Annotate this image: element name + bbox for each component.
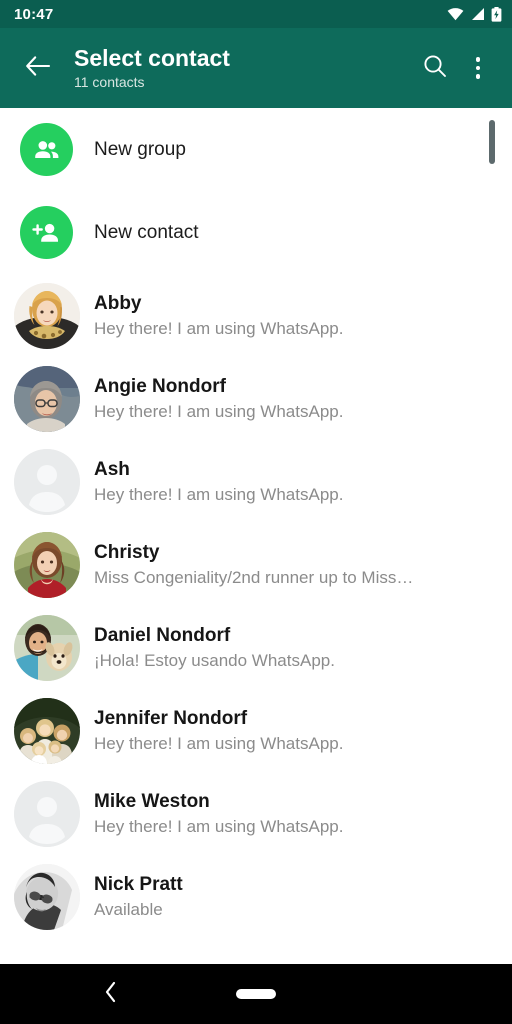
contact-text: Daniel Nondorf ¡Hola! Estoy usando Whats… xyxy=(94,623,512,673)
avatar-placeholder-icon xyxy=(14,448,80,515)
whatsapp-select-contact-screen: 10:47 Select contact 11 contacts New gro… xyxy=(0,0,512,1024)
search-icon xyxy=(422,53,448,84)
scrollbar-thumb[interactable] xyxy=(489,120,495,164)
contact-row[interactable]: Nick Pratt Available xyxy=(0,855,512,936)
avatar-photo xyxy=(14,863,80,930)
contact-status: Available xyxy=(94,899,163,919)
new-contact-row[interactable]: New contact xyxy=(0,191,512,274)
avatar xyxy=(14,365,80,432)
contact-text: Jennifer Nondorf Hey there! I am using W… xyxy=(94,706,512,756)
avatar xyxy=(14,697,80,764)
contact-status: ¡Hola! Estoy usando WhatsApp. xyxy=(94,650,335,670)
back-button[interactable] xyxy=(18,48,58,88)
avatar-photo xyxy=(14,365,80,432)
app-bar: Select contact 11 contacts xyxy=(0,28,512,108)
contact-row[interactable]: Ash Hey there! I am using WhatsApp. xyxy=(0,440,512,523)
status-bar-clock: 10:47 xyxy=(14,5,54,23)
contact-name: Ash xyxy=(94,458,130,480)
group-add-icon xyxy=(20,123,73,176)
contact-status: Hey there! I am using WhatsApp. xyxy=(94,733,344,753)
avatar xyxy=(14,531,80,598)
battery-charging-icon xyxy=(491,6,502,22)
contact-row[interactable]: Abby Hey there! I am using WhatsApp. xyxy=(0,274,512,357)
new-contact-label: New contact xyxy=(94,221,199,243)
contact-name: Mike Weston xyxy=(94,790,210,812)
home-pill-indicator[interactable] xyxy=(236,989,276,999)
contact-row[interactable]: Angie Nondorf Hey there! I am using What… xyxy=(0,357,512,440)
contact-status: Hey there! I am using WhatsApp. xyxy=(94,401,344,421)
contact-name: Angie Nondorf xyxy=(94,375,226,397)
page-title: Select contact xyxy=(74,45,230,71)
contact-text: Angie Nondorf Hey there! I am using What… xyxy=(94,374,512,424)
avatar xyxy=(14,448,80,515)
avatar-photo xyxy=(14,282,80,349)
contact-status: Miss Congeniality/2nd runner up to Miss… xyxy=(94,567,414,587)
contact-name: Christy xyxy=(94,541,160,563)
contact-name: Nick Pratt xyxy=(94,873,183,895)
nav-back-button[interactable] xyxy=(94,977,128,1011)
contact-list[interactable]: New group New contact Abby Hey there! I … xyxy=(0,108,512,936)
search-button[interactable] xyxy=(412,45,458,91)
contact-text: Abby Hey there! I am using WhatsApp. xyxy=(94,291,512,341)
avatar xyxy=(14,282,80,349)
contact-row[interactable]: Daniel Nondorf ¡Hola! Estoy usando Whats… xyxy=(0,606,512,689)
avatar xyxy=(14,780,80,847)
chevron-left-icon xyxy=(103,980,119,1009)
avatar xyxy=(14,614,80,681)
arrow-left-icon xyxy=(25,55,51,82)
contacts-count-subtitle: 11 contacts xyxy=(74,74,145,90)
contact-status: Hey there! I am using WhatsApp. xyxy=(94,318,344,338)
app-bar-titles: Select contact 11 contacts xyxy=(74,45,412,91)
avatar-placeholder-icon xyxy=(14,780,80,847)
contact-row[interactable]: Christy Miss Congeniality/2nd runner up … xyxy=(0,523,512,606)
contact-status: Hey there! I am using WhatsApp. xyxy=(94,816,344,836)
more-vertical-icon xyxy=(475,55,481,81)
contact-name: Daniel Nondorf xyxy=(94,624,231,646)
contact-text: Mike Weston Hey there! I am using WhatsA… xyxy=(94,789,512,839)
contact-row[interactable]: Jennifer Nondorf Hey there! I am using W… xyxy=(0,689,512,772)
contact-text: Christy Miss Congeniality/2nd runner up … xyxy=(94,540,512,590)
avatar xyxy=(14,863,80,930)
cellular-signal-icon xyxy=(470,7,485,21)
system-navigation-bar xyxy=(0,964,512,1024)
contact-text: Ash Hey there! I am using WhatsApp. xyxy=(94,457,512,507)
contact-text: Nick Pratt Available xyxy=(94,872,512,922)
avatar-photo xyxy=(14,531,80,598)
overflow-menu-button[interactable] xyxy=(458,45,498,91)
avatar-photo xyxy=(14,697,80,764)
status-bar-icons xyxy=(447,6,502,22)
wifi-icon xyxy=(447,7,464,21)
contact-name: Abby xyxy=(94,292,142,314)
status-bar: 10:47 xyxy=(0,0,512,28)
person-add-icon xyxy=(20,206,73,259)
contact-status: Hey there! I am using WhatsApp. xyxy=(94,484,344,504)
contact-name: Jennifer Nondorf xyxy=(94,707,248,729)
avatar-photo xyxy=(14,614,80,681)
new-group-label: New group xyxy=(94,138,186,160)
contact-row[interactable]: Mike Weston Hey there! I am using WhatsA… xyxy=(0,772,512,855)
new-group-row[interactable]: New group xyxy=(0,108,512,191)
